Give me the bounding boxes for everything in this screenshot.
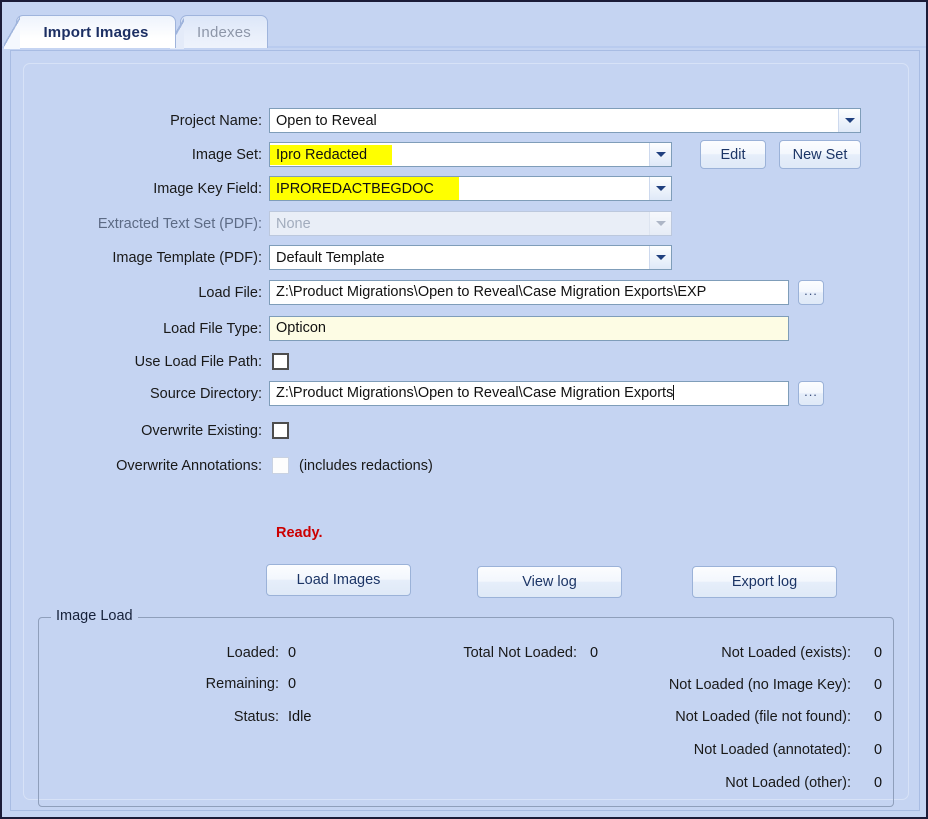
edit-button-label: Edit (721, 147, 746, 163)
form-panel: Project Name: Open to Reveal Image Set: … (23, 63, 909, 800)
load-file-type-label: Load File Type: (24, 316, 262, 342)
image-load-group: Image Load Loaded: 0 Remaining: 0 Status… (38, 617, 894, 807)
view-log-button-label: View log (522, 574, 577, 590)
image-set-label: Image Set: (24, 142, 262, 168)
load-file-browse-label: ... (804, 283, 818, 298)
loaded-value: 0 (288, 645, 296, 661)
project-name-value: Open to Reveal (276, 113, 377, 129)
load-file-input[interactable]: Z:\Product Migrations\Open to Reveal\Cas… (269, 280, 789, 305)
overwrite-annotations-hint: (includes redactions) (299, 453, 433, 479)
status-label: Status: (99, 709, 279, 725)
tab-import-images[interactable]: Import Images (16, 15, 176, 48)
not-loaded-exists-label: Not Loaded (exists): (479, 645, 851, 661)
project-name-label: Project Name: (24, 108, 262, 134)
image-key-field-combo[interactable]: IPROREDACTBEGDOC (269, 176, 672, 201)
new-set-button[interactable]: New Set (779, 140, 861, 169)
tab-strip: Import Images Indexes (2, 2, 926, 48)
tab-indexes[interactable]: Indexes (180, 15, 268, 48)
text-caret (673, 385, 674, 400)
image-key-field-value: IPROREDACTBEGDOC (276, 181, 434, 197)
status-message: Ready. (276, 525, 322, 541)
not-loaded-other-value: 0 (874, 775, 882, 791)
loaded-label: Loaded: (99, 645, 279, 661)
chevron-down-icon[interactable] (649, 177, 671, 200)
export-log-button[interactable]: Export log (692, 566, 837, 598)
import-images-window: Import Images Indexes Project Name: Open… (0, 0, 928, 819)
chevron-down-icon[interactable] (838, 109, 860, 132)
extracted-text-set-combo: None (269, 211, 672, 236)
image-set-value: Ipro Redacted (276, 147, 367, 163)
load-file-browse-button[interactable]: ... (798, 280, 824, 305)
image-load-legend: Image Load (51, 608, 138, 624)
source-directory-value: Z:\Product Migrations\Open to Reveal\Cas… (276, 385, 673, 401)
content-frame: Project Name: Open to Reveal Image Set: … (10, 50, 920, 811)
source-directory-browse-label: ... (804, 384, 818, 399)
view-log-button[interactable]: View log (477, 566, 622, 598)
image-set-combo[interactable]: Ipro Redacted (269, 142, 672, 167)
status-value: Idle (288, 709, 311, 725)
source-directory-label: Source Directory: (24, 381, 262, 407)
not-loaded-other-label: Not Loaded (other): (479, 775, 851, 791)
image-template-value: Default Template (276, 250, 385, 266)
source-directory-input[interactable]: Z:\Product Migrations\Open to Reveal\Cas… (269, 381, 789, 406)
edit-button[interactable]: Edit (700, 140, 766, 169)
remaining-label: Remaining: (99, 676, 279, 692)
not-loaded-annotated-label: Not Loaded (annotated): (479, 742, 851, 758)
overwrite-annotations-checkbox (272, 457, 289, 474)
load-file-label: Load File: (24, 280, 262, 306)
not-loaded-file-not-found-label: Not Loaded (file not found): (479, 709, 851, 725)
load-images-button[interactable]: Load Images (266, 564, 411, 596)
not-loaded-annotated-value: 0 (874, 742, 882, 758)
chevron-down-icon (649, 212, 671, 235)
image-template-label: Image Template (PDF): (24, 245, 262, 271)
image-key-field-label: Image Key Field: (24, 176, 262, 202)
not-loaded-file-not-found-value: 0 (874, 709, 882, 725)
source-directory-browse-button[interactable]: ... (798, 381, 824, 406)
chevron-down-icon[interactable] (649, 246, 671, 269)
export-log-button-label: Export log (732, 574, 797, 590)
overwrite-annotations-label: Overwrite Annotations: (24, 453, 262, 479)
not-loaded-exists-value: 0 (874, 645, 882, 661)
use-load-file-path-checkbox[interactable] (272, 353, 289, 370)
remaining-value: 0 (288, 676, 296, 692)
not-loaded-no-image-key-label: Not Loaded (no Image Key): (479, 677, 851, 693)
extracted-text-set-label: Extracted Text Set (PDF): (24, 211, 262, 237)
load-file-type-input[interactable]: Opticon (269, 316, 789, 341)
tab-indexes-label: Indexes (197, 24, 251, 41)
project-name-combo[interactable]: Open to Reveal (269, 108, 861, 133)
new-set-button-label: New Set (793, 147, 848, 163)
tab-import-images-label: Import Images (43, 24, 148, 41)
chevron-down-icon[interactable] (649, 143, 671, 166)
overwrite-existing-checkbox[interactable] (272, 422, 289, 439)
image-template-combo[interactable]: Default Template (269, 245, 672, 270)
overwrite-existing-label: Overwrite Existing: (24, 418, 262, 444)
load-images-button-label: Load Images (297, 572, 381, 588)
extracted-text-set-value: None (276, 216, 311, 232)
use-load-file-path-label: Use Load File Path: (24, 349, 262, 375)
not-loaded-no-image-key-value: 0 (874, 677, 882, 693)
